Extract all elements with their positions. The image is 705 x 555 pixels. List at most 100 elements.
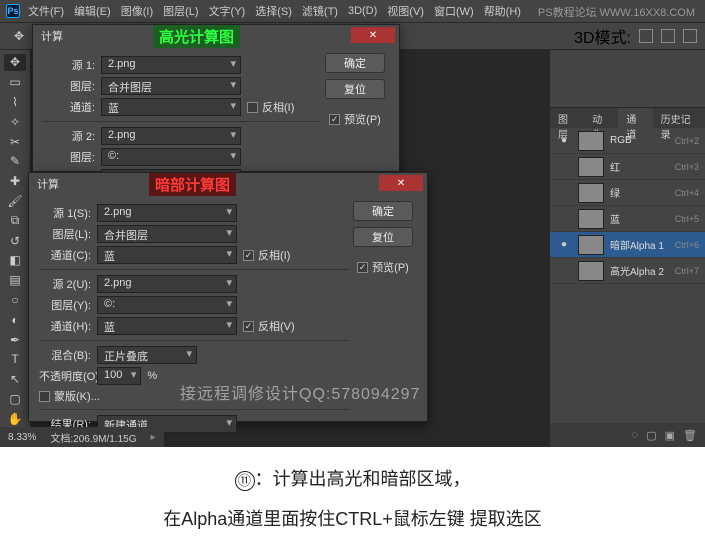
shadow-badge: 暗部计算图 <box>149 173 236 196</box>
channel-row[interactable]: 绿Ctrl+4 <box>550 180 705 206</box>
mode-icon-2[interactable] <box>661 29 675 43</box>
tab-history[interactable]: 历史记录 <box>653 108 705 128</box>
channel2-dropdown[interactable]: 蓝 <box>97 317 237 335</box>
toolbox: ✥ ▭ ⌇ ✧ ✂ ✎ ✚ 🖌 ⧉ ↺ ◧ ▤ ○ ◐ ✒ T ↖ ▢ ✋ 🔍 <box>0 50 30 447</box>
move-tool[interactable]: ✥ <box>4 54 26 71</box>
path-tool[interactable]: ↖ <box>4 371 26 388</box>
menu-window[interactable]: 窗口(W) <box>434 3 474 19</box>
channel-thumb <box>578 157 604 177</box>
menu-layer[interactable]: 图层(L) <box>163 3 198 19</box>
channel-row[interactable]: 蓝Ctrl+5 <box>550 206 705 232</box>
preview-checkbox[interactable]: ✓ <box>357 262 368 273</box>
eraser-tool[interactable]: ◧ <box>4 252 26 269</box>
layer2-label: 图层(Y): <box>39 297 91 313</box>
stamp-tool[interactable]: ⧉ <box>4 212 26 229</box>
mask-checkbox[interactable] <box>39 391 50 402</box>
pen-tool[interactable]: ✒ <box>4 331 26 348</box>
menu-3d[interactable]: 3D(D) <box>348 5 377 17</box>
channel-row[interactable]: ●暗部Alpha 1Ctrl+6 <box>550 232 705 258</box>
channel1-label: 通道(C): <box>39 247 91 263</box>
menu-view[interactable]: 视图(V) <box>387 3 424 19</box>
wand-tool[interactable]: ✧ <box>4 113 26 130</box>
channel1-dropdown[interactable]: 蓝 <box>101 98 241 116</box>
type-tool[interactable]: T <box>4 351 26 368</box>
channel-name: 高光Alpha 2 <box>610 263 675 278</box>
hand-tool[interactable]: ✋ <box>4 410 26 427</box>
menu-file[interactable]: 文件(F) <box>28 3 64 19</box>
zoom-level[interactable]: 8.33% <box>8 432 36 443</box>
channel-thumb <box>578 209 604 229</box>
channel1-dropdown[interactable]: 蓝 <box>97 246 237 264</box>
source2-dropdown[interactable]: 2.png <box>101 127 241 145</box>
source1-label: 源 1(S): <box>39 205 91 221</box>
source1-dropdown[interactable]: 2.png <box>101 56 241 74</box>
channel-name: 暗部Alpha 1 <box>610 237 675 252</box>
visibility-icon[interactable]: ● <box>556 135 572 146</box>
layer2-dropdown[interactable]: ©: <box>101 148 241 166</box>
layer2-dropdown[interactable]: ©: <box>97 296 237 314</box>
new-channel-icon[interactable]: ▣ <box>665 429 675 442</box>
lasso-tool[interactable]: ⌇ <box>4 94 26 111</box>
eyedropper-tool[interactable]: ✎ <box>4 153 26 170</box>
menu-type[interactable]: 文字(Y) <box>209 3 246 19</box>
mask-icon[interactable]: ▢ <box>646 429 656 442</box>
ok-button[interactable]: 确定 <box>325 53 385 73</box>
layer1-dropdown[interactable]: 合并图层 <box>101 77 241 95</box>
invert1-checkbox[interactable]: ✓ <box>243 250 254 261</box>
source1-dropdown[interactable]: 2.png <box>97 204 237 222</box>
opacity-input[interactable]: 100 <box>97 367 141 385</box>
crop-tool[interactable]: ✂ <box>4 133 26 150</box>
blend-dropdown[interactable]: 正片叠底 <box>97 346 197 364</box>
dodge-tool[interactable]: ◐ <box>4 311 26 328</box>
invert1-checkbox[interactable] <box>247 102 258 113</box>
tab-channels[interactable]: 通道 <box>618 108 652 128</box>
mode-icon-1[interactable] <box>639 29 653 43</box>
menu-edit[interactable]: 编辑(E) <box>74 3 111 19</box>
channel-shortcut: Ctrl+7 <box>675 266 699 276</box>
3d-mode-label: 3D模式: <box>574 24 631 48</box>
marquee-tool[interactable]: ▭ <box>4 74 26 91</box>
brush-tool[interactable]: 🖌 <box>4 193 26 210</box>
tutorial-caption: ⑪：计算出高光和暗部区域， 在Alpha通道里面按住CTRL+鼠标左键 提取选区 <box>0 447 705 555</box>
channel-shortcut: Ctrl+2 <box>675 136 699 146</box>
preview-checkbox[interactable]: ✓ <box>329 114 340 125</box>
source2-dropdown[interactable]: 2.png <box>97 275 237 293</box>
selection-icon[interactable]: ◌ <box>632 429 639 441</box>
tab-layers[interactable]: 图层 <box>550 108 584 128</box>
gradient-tool[interactable]: ▤ <box>4 272 26 289</box>
shape-tool[interactable]: ▢ <box>4 391 26 408</box>
mode-icon-3[interactable] <box>683 29 697 43</box>
source2-label: 源 2(U): <box>39 276 91 292</box>
delete-icon[interactable]: 🗑 <box>683 429 697 442</box>
channel-row[interactable]: 高光Alpha 2Ctrl+7 <box>550 258 705 284</box>
dialog-title: 计算 <box>37 176 59 192</box>
layer1-dropdown[interactable]: 合并图层 <box>97 225 237 243</box>
center-watermark: 接远程调修设计QQ:578094297 <box>180 380 420 404</box>
move-tool-icon[interactable]: ✥ <box>8 26 30 46</box>
history-brush-tool[interactable]: ↺ <box>4 232 26 249</box>
menu-filter[interactable]: 滤镜(T) <box>302 3 338 19</box>
reset-button[interactable]: 复位 <box>353 227 413 247</box>
tab-actions[interactable]: 动作 <box>584 108 618 128</box>
highlight-badge: 高光计算图 <box>153 25 240 48</box>
close-button[interactable]: ✕ <box>379 175 423 191</box>
reset-button[interactable]: 复位 <box>325 79 385 99</box>
channel-thumb <box>578 235 604 255</box>
menu-help[interactable]: 帮助(H) <box>484 3 521 19</box>
invert2-checkbox[interactable]: ✓ <box>243 321 254 332</box>
visibility-icon[interactable]: ● <box>556 239 572 250</box>
channel-shortcut: Ctrl+4 <box>675 188 699 198</box>
menu-image[interactable]: 图像(I) <box>121 3 153 19</box>
blur-tool[interactable]: ○ <box>4 292 26 309</box>
ok-button[interactable]: 确定 <box>353 201 413 221</box>
heal-tool[interactable]: ✚ <box>4 173 26 190</box>
channel-thumb <box>578 183 604 203</box>
channel-name: 绿 <box>610 185 675 200</box>
menu-select[interactable]: 选择(S) <box>255 3 292 19</box>
close-button[interactable]: ✕ <box>351 27 395 43</box>
channel-shortcut: Ctrl+3 <box>675 162 699 172</box>
status-bar: 8.33% 文档:206.9M/1.15G ▸ <box>0 427 164 447</box>
channel-row[interactable]: 红Ctrl+3 <box>550 154 705 180</box>
source2-label: 源 2: <box>43 128 95 144</box>
channels-footer: ◌ ▢ ▣ 🗑 <box>550 423 705 447</box>
